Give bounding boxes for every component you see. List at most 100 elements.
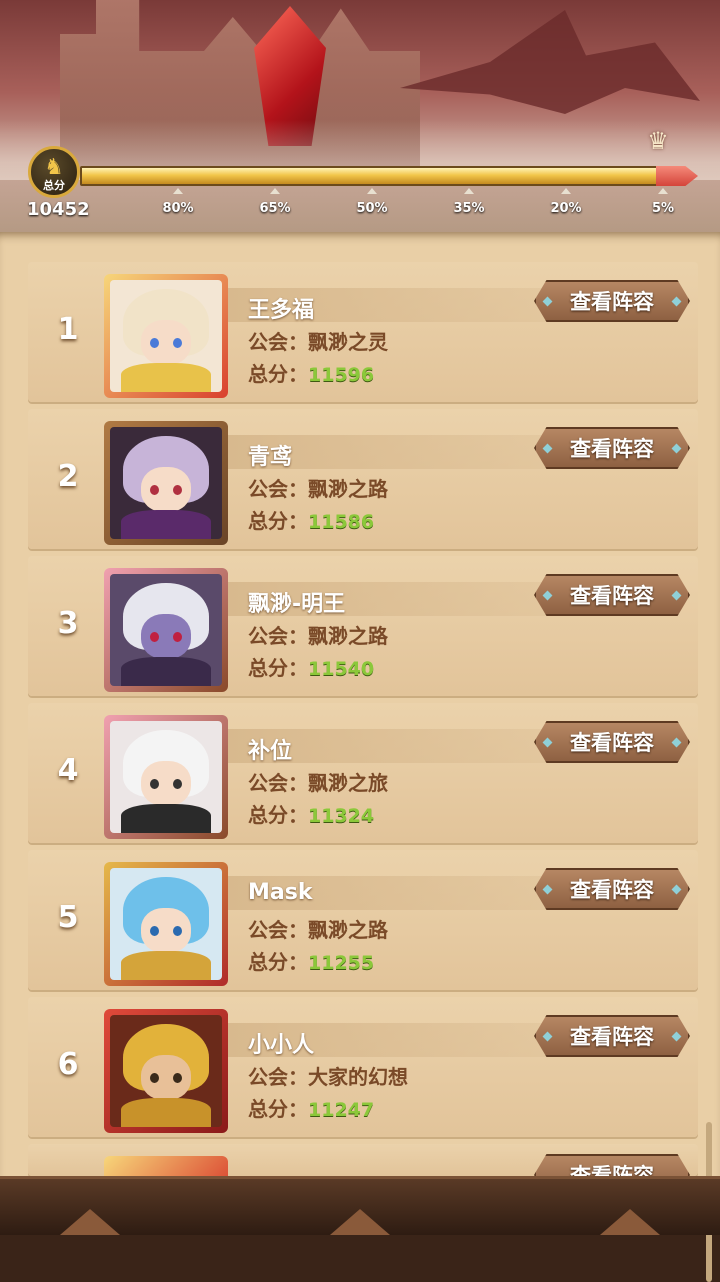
score-label: 总分： (248, 656, 308, 680)
progress-tick-label: 50% (356, 201, 388, 216)
frame-ornament (60, 1209, 120, 1235)
view-lineup-button[interactable]: 查看阵容 (534, 1015, 690, 1057)
ranking-row: 6 小小人 公会：大家的幻想 总分：11247 查看阵容 (28, 997, 698, 1137)
frame-ornament (330, 1209, 390, 1235)
progress-tick (561, 188, 571, 194)
button-gem-icon (671, 737, 682, 748)
button-gem-icon (671, 443, 682, 454)
rank-number: 4 (57, 753, 79, 788)
player-avatar[interactable] (104, 421, 228, 545)
guild-label: 公会： (248, 624, 308, 648)
score-value: 11247 (308, 1099, 375, 1121)
guild-label: 公会： (248, 918, 308, 942)
beast-icon: ♞ (44, 155, 64, 180)
progress-tick (173, 188, 183, 194)
progress-tick-label: 35% (453, 201, 485, 216)
button-gem-icon (671, 884, 682, 895)
ranking-row: 2 青鸢 公会：飘渺之路 总分：11586 查看阵容 (28, 409, 698, 549)
guild-name: 飘渺之路 (308, 918, 388, 942)
rank-number: 6 (57, 1047, 79, 1082)
progress-tick (270, 188, 280, 194)
player-avatar[interactable] (104, 1156, 228, 1176)
view-lineup-button[interactable]: 查看阵容 (534, 1154, 690, 1176)
rank-number: 2 (57, 459, 79, 494)
ranking-row: 3 飘渺-明王 公会：飘渺之路 总分：11540 查看阵容 (28, 556, 698, 696)
ranking-row: 1 王多福 公会：飘渺之灵 总分：11596 查看阵容 (28, 262, 698, 402)
player-avatar[interactable] (104, 862, 228, 986)
score-value: 11596 (308, 364, 375, 386)
guild-line: 公会：飘渺之灵 (248, 326, 388, 355)
score-line: 总分：11596 (248, 358, 374, 387)
guild-line: 公会：飘渺之旅 (248, 767, 388, 796)
button-gem-icon (542, 884, 553, 895)
button-gem-icon (671, 1031, 682, 1042)
crown-icon: ♛ (647, 127, 669, 155)
view-lineup-button[interactable]: 查看阵容 (534, 868, 690, 910)
view-lineup-button[interactable]: 查看阵容 (534, 280, 690, 322)
player-avatar[interactable] (104, 1009, 228, 1133)
total-score-label: 总分 (43, 179, 65, 192)
player-name: 青鸢 (248, 445, 293, 470)
rank-number: 1 (57, 312, 79, 347)
guild-name: 大家的幻想 (308, 1065, 408, 1089)
player-name: 王多福 (248, 298, 315, 323)
frame-ornament (600, 1209, 660, 1235)
player-name: Mask (248, 880, 313, 905)
score-line: 总分：11324 (248, 799, 374, 828)
view-lineup-button[interactable]: 查看阵容 (534, 721, 690, 763)
guild-name: 飘渺之旅 (308, 771, 388, 795)
view-lineup-button[interactable]: 查看阵容 (534, 574, 690, 616)
button-gem-icon (542, 737, 553, 748)
total-score-emblem: ♞ 总分 (28, 146, 80, 198)
ranking-row: 4 补位 公会：飘渺之旅 总分：11324 查看阵容 (28, 703, 698, 843)
view-lineup-label: 查看阵容 (570, 878, 654, 902)
score-value: 11540 (308, 658, 375, 680)
player-avatar[interactable] (104, 715, 228, 839)
view-lineup-label: 查看阵容 (570, 731, 654, 755)
bottom-frame (0, 1176, 720, 1235)
progress-tick (658, 188, 668, 194)
player-name: 补位 (248, 739, 293, 764)
score-label: 总分： (248, 509, 308, 533)
view-lineup-label: 查看阵容 (570, 437, 654, 461)
score-value: 11586 (308, 511, 375, 533)
guild-line: 公会：飘渺之路 (248, 473, 388, 502)
button-gem-icon (671, 296, 682, 307)
view-lineup-button[interactable]: 查看阵容 (534, 427, 690, 469)
ranking-row: 5 Mask 公会：飘渺之路 总分：11255 查看阵容 (28, 850, 698, 990)
view-lineup-label: 查看阵容 (570, 584, 654, 608)
guild-name: 飘渺之灵 (308, 330, 388, 354)
button-gem-icon (542, 296, 553, 307)
button-gem-icon (542, 590, 553, 601)
player-avatar[interactable] (104, 568, 228, 692)
player-name: 小小人 (248, 1033, 315, 1058)
view-lineup-label: 查看阵容 (570, 1025, 654, 1049)
guild-label: 公会： (248, 771, 308, 795)
guild-line: 公会：飘渺之路 (248, 914, 388, 943)
button-gem-icon (542, 443, 553, 454)
rank-number: 3 (57, 606, 79, 641)
guild-line: 公会：飘渺之路 (248, 620, 388, 649)
header-banner: ♛ ♞ 总分 10452 80% 65% 50% 35% 20% 5% (0, 0, 720, 232)
rank-number: 5 (57, 900, 79, 935)
guild-line: 公会：大家的幻想 (248, 1061, 408, 1090)
progress-tick-label: 80% (162, 201, 194, 216)
view-lineup-label: 查看阵容 (570, 290, 654, 314)
score-value: 11255 (308, 952, 375, 974)
view-lineup-label: 查看阵容 (570, 1164, 654, 1176)
ranking-list[interactable]: 1 王多福 公会：飘渺之灵 总分：11596 查看阵容 2 青鸢 公会：飘渺之路… (0, 232, 720, 1282)
score-line: 总分：11247 (248, 1093, 374, 1122)
guild-label: 公会： (248, 330, 308, 354)
button-gem-icon (542, 1031, 553, 1042)
ranking-row-partial: 查看阵容 (28, 1144, 698, 1176)
progress-tick (367, 188, 377, 194)
score-label: 总分： (248, 1097, 308, 1121)
progress-tick-label: 5% (651, 201, 675, 216)
score-line: 总分：11586 (248, 505, 374, 534)
score-label: 总分： (248, 803, 308, 827)
player-name: 飘渺-明王 (248, 592, 346, 617)
guild-label: 公会： (248, 477, 308, 501)
score-line: 总分：11540 (248, 652, 374, 681)
guild-label: 公会： (248, 1065, 308, 1089)
player-avatar[interactable] (104, 274, 228, 398)
